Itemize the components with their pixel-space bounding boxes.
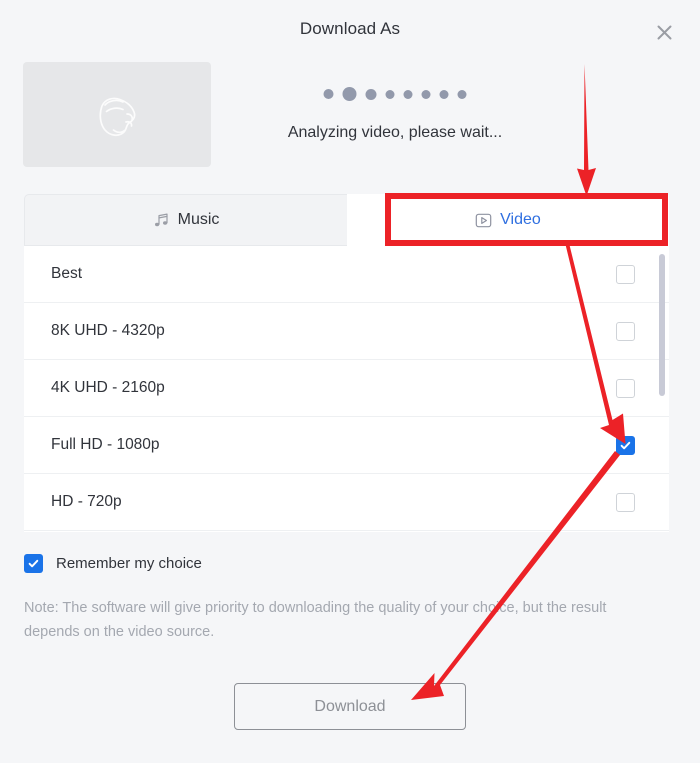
status-text: Analyzing video, please wait...: [287, 124, 503, 141]
tab-music[interactable]: Music: [24, 194, 347, 246]
image-placeholder-icon: [99, 97, 136, 136]
quality-checkbox[interactable]: [616, 378, 635, 398]
quality-label: 8K UHD - 4320p: [51, 322, 165, 339]
dialog-title: Download As: [299, 19, 401, 38]
remember-my-choice-option[interactable]: Remember my choice: [24, 554, 202, 573]
arrow-to-video-tab-icon: [577, 64, 596, 196]
quality-checkbox[interactable]: [616, 492, 635, 512]
loading-dot: [323, 89, 334, 99]
tab-video[interactable]: Video: [347, 194, 669, 246]
quality-list-row[interactable]: Full HD - 1080p: [24, 417, 669, 474]
remember-my-choice-label: Remember my choice: [56, 555, 202, 572]
quality-checkbox[interactable]: [616, 435, 635, 455]
quality-list-row[interactable]: Best: [24, 246, 669, 303]
quality-label: 4K UHD - 2160p: [51, 379, 165, 396]
tab-music-label: Music: [177, 211, 220, 228]
download-as-dialog: Download As Analyzing video, please wait…: [0, 0, 700, 763]
quality-checkbox[interactable]: [616, 321, 635, 341]
loading-dot: [421, 89, 431, 99]
loading-dot: [365, 88, 377, 100]
list-scrollbar[interactable]: [659, 252, 665, 526]
scrollbar-thumb[interactable]: [659, 254, 665, 396]
quality-list-row[interactable]: 4K UHD - 2160p: [24, 360, 669, 417]
remember-my-choice-checkbox[interactable]: [24, 554, 43, 573]
loading-dot: [439, 89, 449, 99]
loading-dot: [342, 87, 357, 101]
quality-label: HD - 720p: [51, 493, 122, 510]
quality-label: Full HD - 1080p: [51, 436, 160, 453]
play-box-icon: [475, 212, 492, 229]
format-tabs: Music Video: [24, 194, 669, 246]
close-icon[interactable]: [652, 20, 676, 44]
music-note-icon: [153, 212, 170, 229]
analyzing-status: Analyzing video, please wait...: [230, 62, 560, 167]
quality-list-row[interactable]: 8K UHD - 4320p: [24, 303, 669, 360]
loading-dot: [457, 89, 467, 99]
loading-dot: [385, 89, 395, 99]
loading-dot: [403, 89, 413, 99]
quality-label: Best: [51, 265, 83, 282]
quality-list-row[interactable]: HD - 720p: [24, 474, 669, 531]
quality-checkbox[interactable]: [616, 264, 635, 284]
download-button[interactable]: Download: [234, 683, 466, 730]
dialog-header: Download As: [0, 0, 700, 62]
tab-video-label: Video: [500, 211, 541, 228]
loading-dots: [323, 86, 467, 102]
quality-list: Best 8K UHD - 4320p 4K UHD - 2160p Full HD …: [24, 246, 669, 532]
note-text: Note: The software will give priority to…: [24, 600, 607, 640]
video-thumbnail-placeholder: [23, 62, 211, 167]
